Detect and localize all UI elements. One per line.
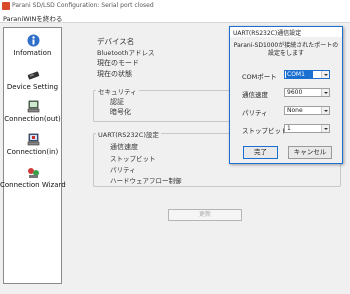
sidebar-item-label: Connection(in) — [6, 148, 59, 156]
app-icon — [2, 2, 10, 10]
baud-rate-value: 9600 — [287, 89, 303, 96]
current-mode-label: 現在のモード — [97, 59, 139, 67]
wizard-icon — [28, 168, 39, 178]
window-title: Parani SD/LSD Configuration: Serial port… — [12, 2, 154, 9]
baud-rate-label: 通信速度 — [242, 91, 268, 99]
menu-item-exit[interactable]: ParaniWINを終わる — [3, 13, 62, 23]
flow-control-label: ハードウェアフロー制御 — [110, 177, 182, 185]
chevron-down-icon[interactable] — [321, 107, 329, 114]
dialog-description-line1: Parani-SD1000が接続されたポートの — [233, 42, 339, 49]
sidebar: Infomation Device Setting Connection(out… — [0, 27, 66, 284]
sidebar-item-device-setting[interactable]: Device Setting — [4, 68, 61, 100]
dialog-title: UART(RS232C)通信設定 — [233, 30, 302, 37]
stopbit-select-label: ストップビット — [242, 127, 288, 135]
connection-out-icon — [27, 100, 40, 113]
chevron-down-icon[interactable] — [321, 71, 329, 78]
dialog-titlebar: UART(RS232C)通信設定 — [230, 27, 342, 37]
sidebar-item-connection-out[interactable]: Connection(out) — [4, 100, 61, 132]
parity-select-label: パリティ — [242, 109, 268, 117]
chevron-down-icon[interactable] — [321, 89, 329, 96]
security-group-title: セキュリティ — [96, 86, 139, 96]
sidebar-item-label: Connection Wizard — [0, 181, 66, 189]
cancel-button[interactable]: キャンセル — [288, 146, 332, 159]
update-button[interactable]: 更新 — [168, 209, 242, 221]
stopbit-label: ストップビット — [110, 155, 156, 163]
chevron-down-icon[interactable] — [321, 125, 329, 132]
auth-label: 認証 — [110, 98, 124, 106]
parity-value: None — [287, 107, 303, 114]
sidebar-item-infomation[interactable]: Infomation — [4, 34, 61, 66]
device-icon — [27, 71, 40, 80]
com-port-select[interactable]: COM1 — [284, 70, 330, 79]
info-icon — [27, 34, 40, 47]
device-name-label: デバイス名 — [97, 37, 135, 46]
uart-settings-dialog: UART(RS232C)通信設定 Parani-SD1000が接続されたポートの… — [229, 26, 343, 164]
encrypt-label: 暗号化 — [110, 108, 131, 116]
baud-label: 通信速度 — [110, 143, 138, 151]
baud-rate-select[interactable]: 9600 — [284, 88, 330, 97]
com-port-value: COM1 — [286, 71, 313, 79]
stopbit-select[interactable]: 1 — [284, 124, 330, 133]
sidebar-item-label: Connection(out) — [4, 115, 61, 123]
connection-in-icon — [27, 133, 40, 146]
window-titlebar: Parani SD/LSD Configuration: Serial port… — [0, 0, 350, 12]
ok-button[interactable]: 完了 — [243, 146, 278, 159]
menu-bar: ParaniWINを終わる — [0, 12, 350, 23]
parity-label: パリティ — [110, 166, 136, 174]
parity-select[interactable]: None — [284, 106, 330, 115]
dialog-description: Parani-SD1000が接続されたポートの 設定をします — [233, 42, 339, 58]
sidebar-item-label: Device Setting — [6, 83, 59, 91]
sidebar-item-label: Infomation — [13, 49, 52, 57]
bt-address-label: Bluetoothアドレス — [97, 49, 155, 57]
stopbit-value: 1 — [287, 125, 291, 132]
sidebar-item-connection-in[interactable]: Connection(in) — [4, 133, 61, 165]
current-state-label: 現在の状態 — [97, 70, 132, 78]
uart-group-title: UART(RS232C)設定 — [96, 129, 161, 139]
sidebar-item-connection-wizard[interactable]: Connection Wizard — [0, 166, 66, 198]
dialog-description-line2: 設定をします — [267, 50, 304, 57]
com-port-label: COMポート — [242, 73, 277, 81]
